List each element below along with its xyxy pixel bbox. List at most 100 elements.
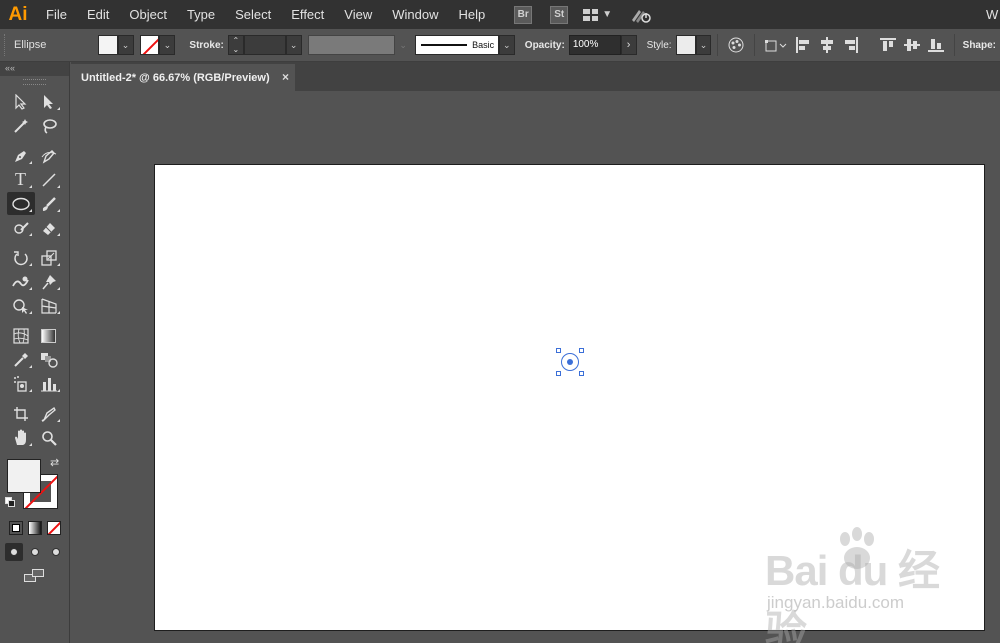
menu-select[interactable]: Select — [225, 0, 281, 29]
mesh-tool[interactable] — [7, 324, 35, 347]
column-graph-tool[interactable] — [35, 372, 63, 395]
align-bottom-icon[interactable] — [924, 34, 948, 56]
current-tool-name: Ellipse — [13, 39, 47, 51]
watermark-url: jingyan.baidu.com — [767, 593, 905, 612]
panel-grip[interactable] — [23, 79, 46, 85]
eraser-tool[interactable] — [35, 216, 63, 239]
hand-tool[interactable] — [7, 426, 35, 449]
artboard-tool[interactable] — [7, 402, 35, 425]
pen-tool[interactable] — [7, 144, 35, 167]
fill-dropdown[interactable]: ⌄ — [117, 35, 134, 55]
stroke-dropdown[interactable]: ⌄ — [159, 35, 176, 55]
stroke-weight-stepper[interactable]: ⌃ ⌄ — [227, 35, 244, 55]
draw-inside-icon[interactable] — [47, 543, 65, 561]
rotate-tool[interactable] — [7, 246, 35, 269]
stroke-weight-dropdown[interactable]: ⌄ — [285, 35, 302, 55]
arrange-documents-button[interactable]: ▼ — [583, 8, 613, 21]
screen-mode-icon[interactable] — [23, 569, 46, 585]
chevron-down-icon: ⌄ — [163, 39, 172, 50]
bounding-box-handle[interactable] — [556, 371, 561, 376]
menu-view[interactable]: View — [334, 0, 382, 29]
perspective-grid-tool[interactable] — [35, 294, 63, 317]
swap-fill-stroke-icon[interactable]: ⇄ — [50, 456, 59, 469]
menu-file[interactable]: File — [36, 0, 77, 29]
align-horizontal-center-icon[interactable] — [815, 34, 839, 56]
type-tool[interactable]: T — [7, 168, 35, 191]
document-tab[interactable]: Untitled-2* @ 66.67% (RGB/Preview) × — [71, 64, 295, 91]
bounding-box-handle[interactable] — [556, 348, 561, 353]
ellipse-tool[interactable] — [6, 192, 35, 215]
draw-normal-icon[interactable] — [4, 543, 23, 561]
brush-label: Basic — [472, 40, 495, 50]
align-right-icon[interactable] — [839, 34, 863, 56]
curvature-tool[interactable] — [35, 144, 63, 167]
chevron-down-icon: ▼ — [602, 9, 613, 20]
brush-definition[interactable]: Basic — [415, 35, 499, 55]
center-point — [567, 359, 573, 365]
recolor-artwork-icon[interactable] — [724, 34, 748, 56]
default-fill-stroke-icon[interactable] — [5, 497, 15, 507]
selection-tool[interactable] — [7, 90, 35, 113]
stock-icon[interactable]: St — [550, 5, 569, 24]
align-top-icon[interactable] — [876, 34, 900, 56]
graphic-style-swatch[interactable] — [675, 35, 696, 55]
color-mode-button[interactable] — [8, 521, 23, 535]
align-left-icon[interactable] — [791, 34, 815, 56]
workspace-switcher[interactable]: W — [986, 0, 1000, 29]
shaper-tool[interactable] — [7, 216, 35, 239]
slice-tool[interactable] — [35, 402, 63, 425]
grid-icon — [583, 8, 599, 21]
stroke-label[interactable]: Stroke: — [189, 40, 223, 51]
stroke-weight-input[interactable] — [243, 35, 286, 55]
opacity-label[interactable]: Opacity: — [525, 40, 565, 51]
opacity-input[interactable]: 100% — [568, 35, 621, 55]
tools-panel: «« T ⇄ — [0, 62, 70, 643]
none-mode-button[interactable] — [46, 521, 61, 535]
opacity-arrow-button[interactable]: › — [620, 35, 637, 55]
chevron-down-icon: ⌄ — [121, 39, 130, 50]
transform-reference-icon[interactable] — [761, 34, 791, 56]
draw-behind-icon[interactable] — [26, 543, 44, 561]
blend-tool[interactable] — [35, 348, 63, 371]
bridge-icon[interactable]: Br — [514, 5, 533, 24]
lasso-tool[interactable] — [35, 114, 63, 137]
puppet-warp-tool[interactable] — [35, 270, 63, 293]
selected-ellipse[interactable] — [556, 348, 584, 376]
fill-swatch[interactable] — [97, 35, 118, 55]
panel-collapse-button[interactable]: «« — [0, 62, 69, 76]
menu-bar: Ai File Edit Object Type Select Effect V… — [0, 0, 1000, 29]
warp-tool[interactable] — [7, 270, 35, 293]
align-vertical-center-icon[interactable] — [900, 34, 924, 56]
bounding-box-handle[interactable] — [579, 371, 584, 376]
menu-window[interactable]: Window — [382, 0, 448, 29]
zoom-tool[interactable] — [35, 426, 63, 449]
eyedropper-tool[interactable] — [7, 348, 35, 371]
paintbrush-tool[interactable] — [35, 192, 63, 215]
variable-width-profile[interactable] — [307, 35, 396, 55]
fill-color-box[interactable] — [7, 459, 41, 493]
graphic-style-dropdown[interactable]: ⌄ — [695, 35, 712, 55]
line-segment-tool[interactable] — [35, 168, 63, 191]
gradient-tool[interactable] — [35, 324, 63, 347]
menu-object[interactable]: Object — [119, 0, 177, 29]
chevron-down-icon: ⌄ — [289, 39, 298, 50]
profile-dropdown[interactable]: ⌄ — [395, 35, 412, 55]
shape-label[interactable]: Shape: — [963, 40, 996, 51]
brush-dropdown[interactable]: ⌄ — [498, 35, 515, 55]
magic-wand-tool[interactable] — [7, 114, 35, 137]
document-tab-title: Untitled-2* @ 66.67% (RGB/Preview) — [81, 71, 270, 84]
gradient-mode-button[interactable] — [27, 521, 42, 535]
menu-help[interactable]: Help — [448, 0, 495, 29]
shape-builder-tool[interactable] — [7, 294, 35, 317]
bounding-box-handle[interactable] — [579, 348, 584, 353]
stroke-swatch[interactable] — [139, 35, 160, 55]
scale-tool[interactable] — [35, 246, 63, 269]
menu-edit[interactable]: Edit — [77, 0, 119, 29]
direct-selection-tool[interactable] — [35, 90, 63, 113]
symbol-sprayer-tool[interactable] — [7, 372, 35, 395]
gpu-performance-icon[interactable] — [630, 6, 652, 24]
close-icon[interactable]: × — [282, 70, 289, 84]
document-tab-bar: Untitled-2* @ 66.67% (RGB/Preview) × — [71, 62, 1000, 91]
menu-effect[interactable]: Effect — [281, 0, 334, 29]
menu-type[interactable]: Type — [177, 0, 225, 29]
